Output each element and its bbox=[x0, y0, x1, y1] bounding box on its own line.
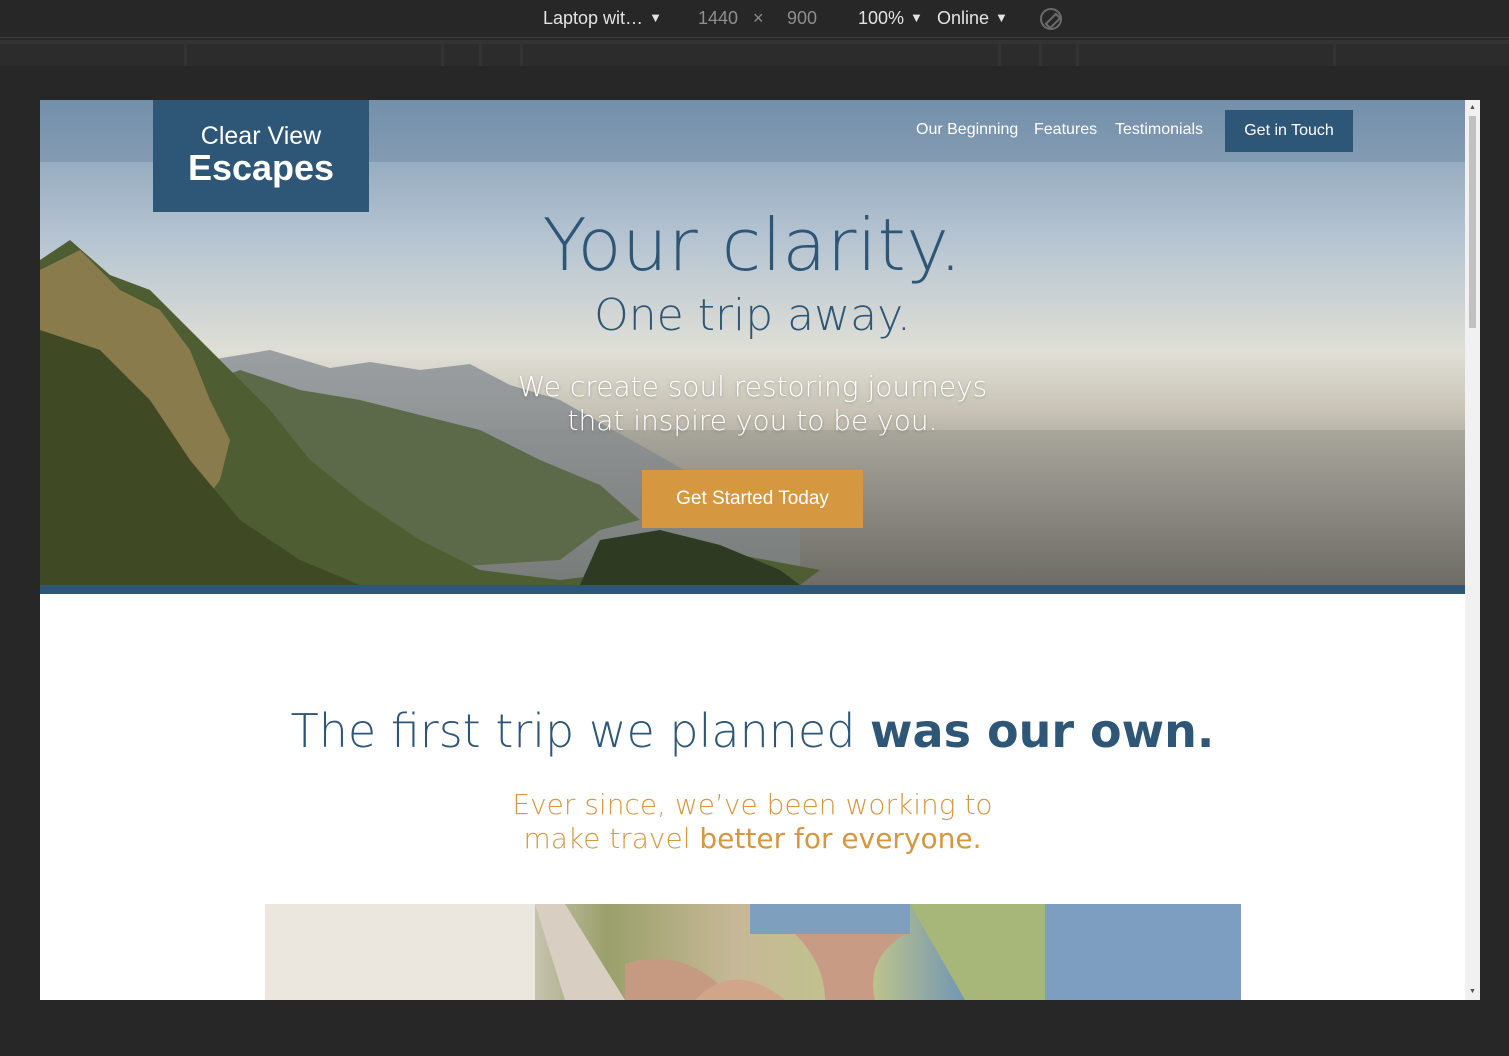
scroll-up-icon[interactable]: ▲ bbox=[1469, 104, 1476, 112]
close-icon: × bbox=[753, 8, 764, 28]
hero-divider bbox=[40, 585, 1465, 594]
zoom-label: 100% bbox=[858, 8, 905, 28]
site-logo[interactable]: Clear View Escapes bbox=[153, 100, 369, 212]
section-subheading-line-2: make travel better for everyone. bbox=[40, 822, 1465, 856]
couple-photo-image bbox=[265, 904, 1241, 1000]
section-heading-bold: was our own. bbox=[870, 704, 1215, 758]
height-input[interactable]: 900 bbox=[787, 8, 817, 28]
couple-photo bbox=[265, 904, 1241, 1000]
media-query-segment[interactable] bbox=[1336, 44, 1509, 66]
section-subheading-line-1: Ever since, we’ve been working to bbox=[512, 788, 993, 821]
media-query-segment[interactable] bbox=[1042, 44, 1076, 66]
get-started-button[interactable]: Get Started Today bbox=[642, 470, 863, 528]
media-query-segment[interactable] bbox=[482, 44, 520, 66]
logo-line-1: Clear View bbox=[200, 122, 322, 150]
media-query-segment[interactable] bbox=[1079, 44, 1333, 66]
device-select[interactable]: Laptop wit… ▼ bbox=[543, 8, 662, 28]
media-query-segment[interactable] bbox=[0, 44, 184, 66]
nav-link-our-beginning[interactable]: Our Beginning bbox=[916, 121, 1018, 139]
hero-title: Your clarity. bbox=[542, 203, 963, 287]
media-query-bar bbox=[0, 40, 1509, 66]
media-query-segment[interactable] bbox=[187, 44, 441, 66]
section-subheading-bold: better for everyone. bbox=[699, 822, 982, 855]
hero-subtitle: One trip away. bbox=[594, 290, 911, 341]
chevron-down-icon: ▼ bbox=[649, 10, 662, 25]
nav-link-testimonials[interactable]: Testimonials bbox=[1115, 121, 1203, 139]
throttle-select[interactable]: Online ▼ bbox=[937, 8, 1008, 28]
zoom-select[interactable]: 100% ▼ bbox=[858, 8, 923, 28]
hero-tagline-line-2: that inspire you to be you. bbox=[567, 404, 938, 437]
hero-section: Clear View Escapes Our Beginning Feature… bbox=[40, 100, 1465, 585]
section-heading: The first trip we planned was our own. bbox=[40, 701, 1465, 761]
get-in-touch-button[interactable]: Get in Touch bbox=[1225, 110, 1353, 152]
emulated-viewport: Clear View Escapes Our Beginning Feature… bbox=[40, 100, 1480, 1000]
section-subheading: Ever since, we’ve been working to make t… bbox=[40, 788, 1465, 856]
nav-link-features[interactable]: Features bbox=[1034, 121, 1097, 139]
vertical-scrollbar[interactable]: ▲ ▼ bbox=[1465, 100, 1480, 1000]
hero-tagline-line-1: We create soul restoring journeys bbox=[517, 370, 988, 403]
media-query-segment[interactable] bbox=[1001, 44, 1039, 66]
width-input[interactable]: 1440 bbox=[698, 8, 738, 28]
device-toolbar: Laptop wit… ▼ 1440 × 900 100% ▼ Online ▼ bbox=[0, 0, 1509, 38]
scrollbar-thumb[interactable] bbox=[1469, 116, 1476, 328]
throttle-label: Online bbox=[937, 8, 990, 28]
device-label: Laptop wit… bbox=[543, 8, 644, 28]
section-subheading-light: make travel bbox=[523, 822, 691, 855]
media-query-segment[interactable] bbox=[523, 44, 998, 66]
hero-tagline: We create soul restoring journeys that i… bbox=[40, 370, 1465, 438]
section-heading-light: The first trip we planned bbox=[290, 704, 856, 758]
media-query-segment[interactable] bbox=[444, 44, 479, 66]
scroll-down-icon[interactable]: ▼ bbox=[1469, 988, 1476, 996]
chevron-down-icon: ▼ bbox=[910, 10, 923, 25]
logo-line-2: Escapes bbox=[187, 147, 335, 188]
rotate-icon[interactable] bbox=[1040, 8, 1062, 30]
chevron-down-icon: ▼ bbox=[995, 10, 1008, 25]
